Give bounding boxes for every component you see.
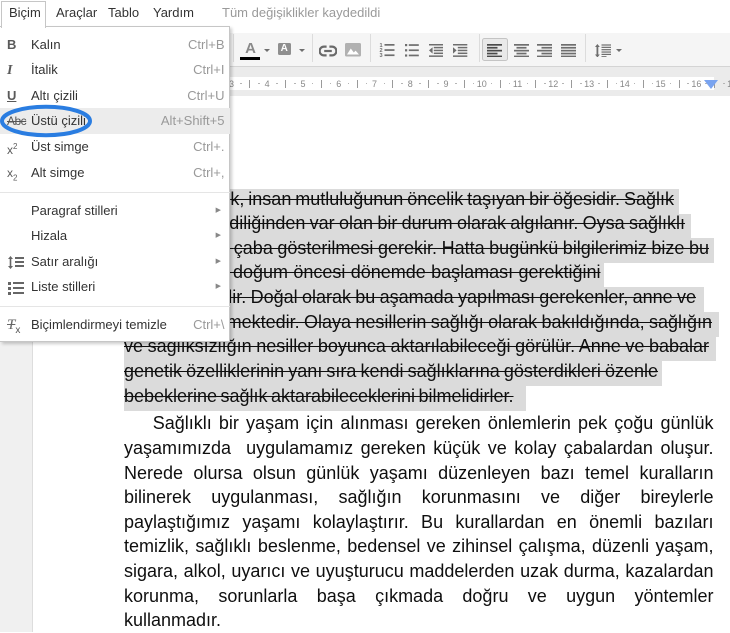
svg-text:3: 3 <box>380 53 383 57</box>
